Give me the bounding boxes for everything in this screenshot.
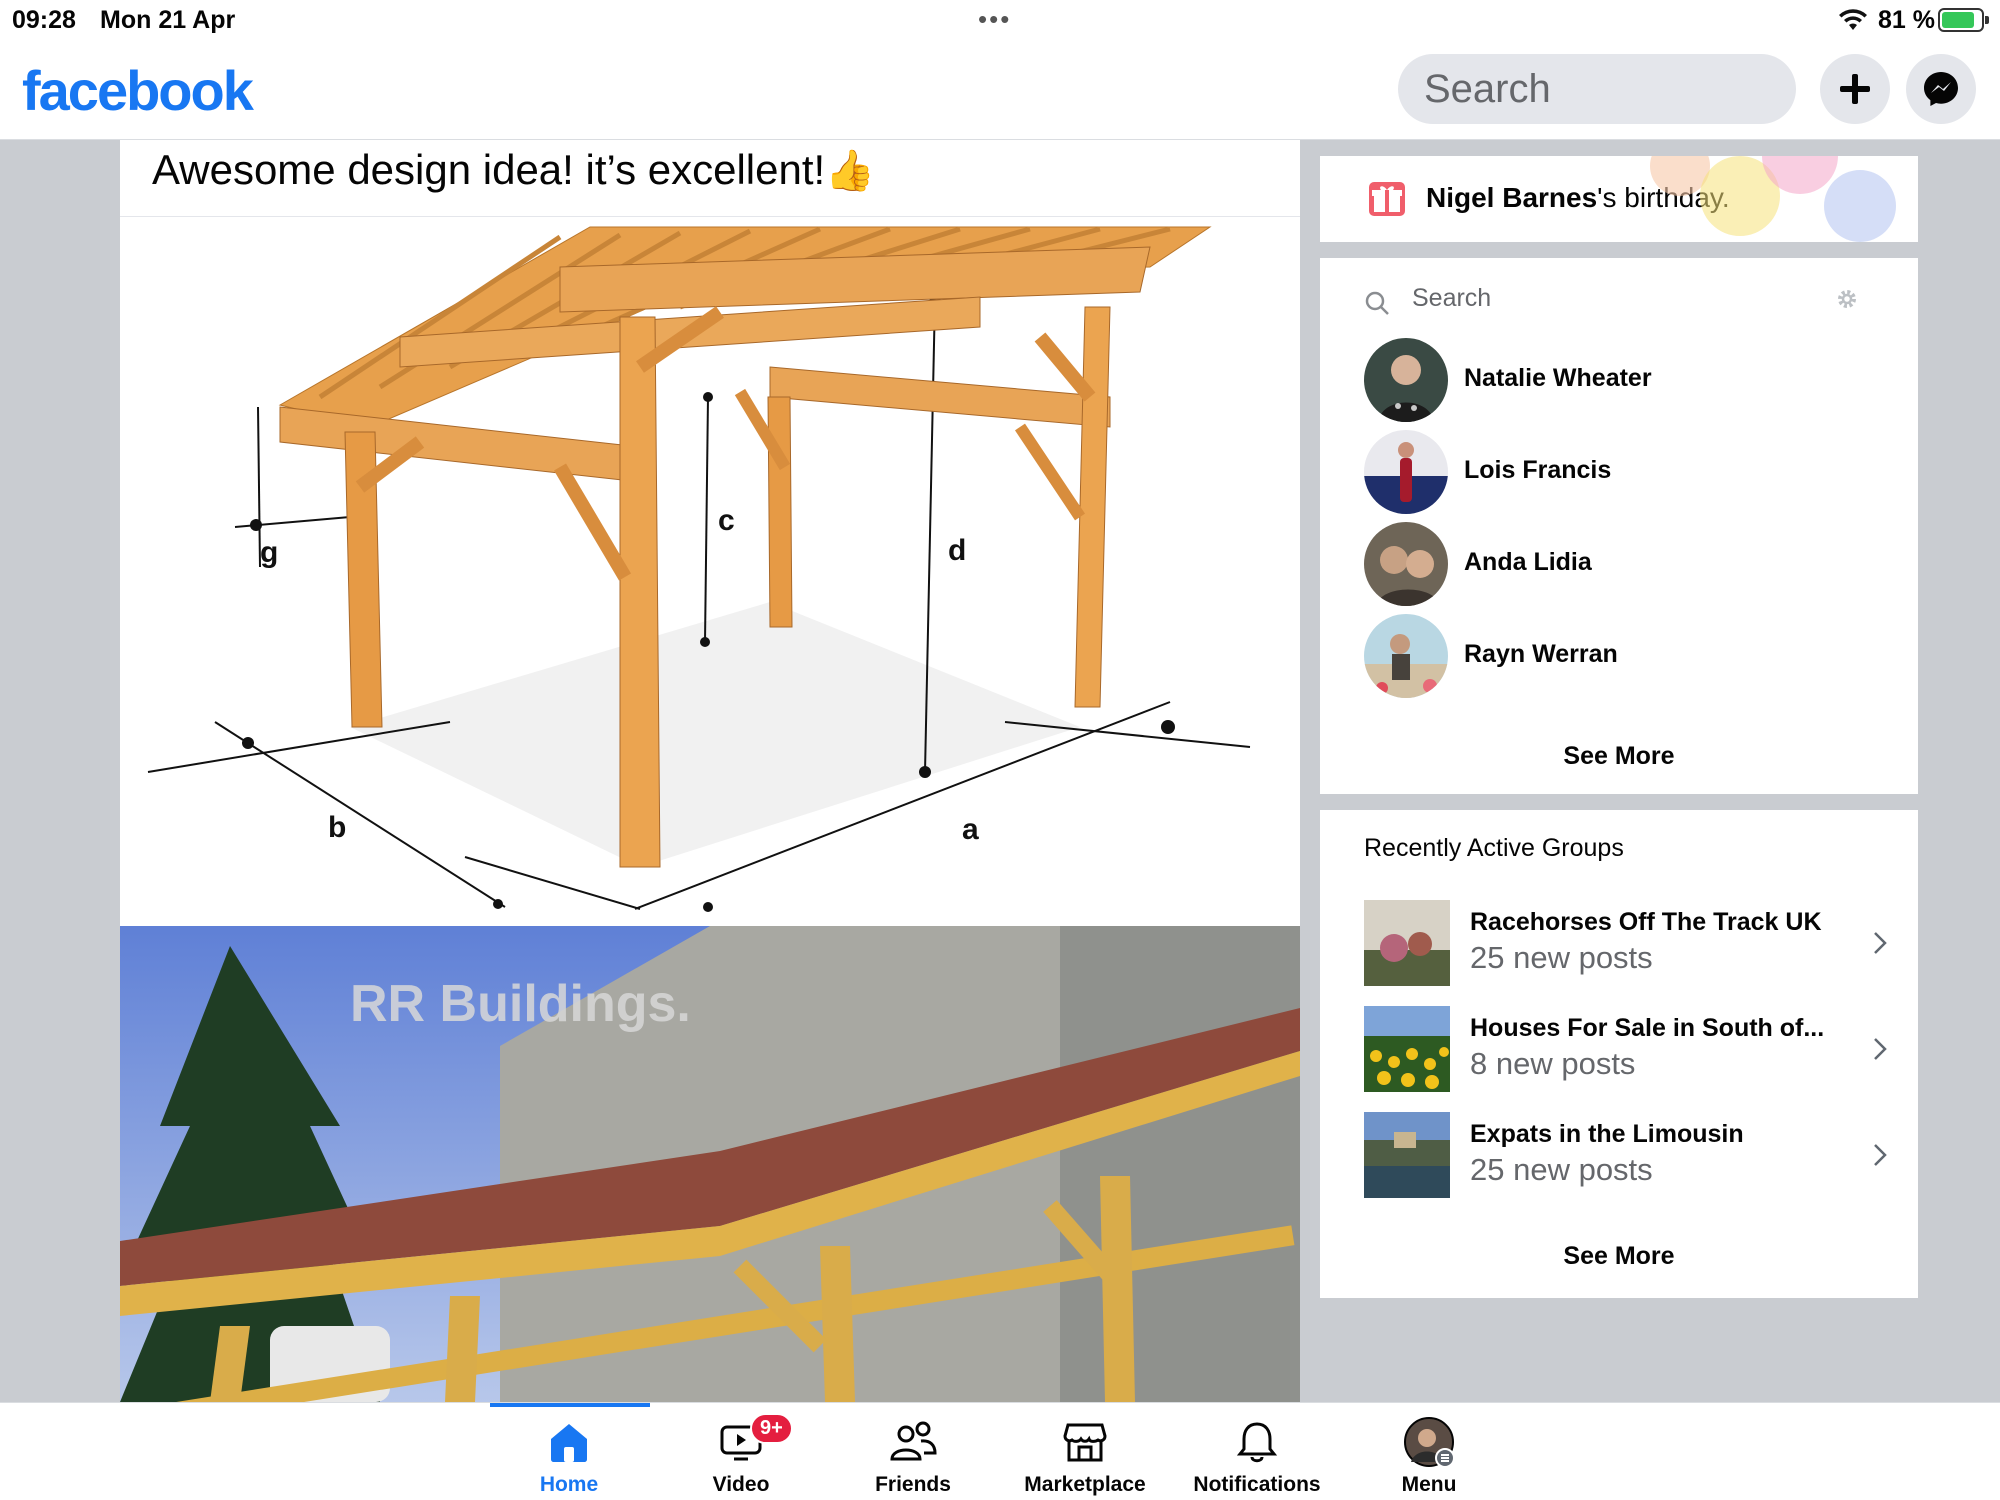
post-image-photo[interactable]: RR Buildings. bbox=[120, 926, 1300, 1402]
search-bar[interactable] bbox=[1398, 54, 1796, 124]
contact-name: Natalie Wheater bbox=[1464, 364, 1652, 392]
friends-icon bbox=[890, 1421, 937, 1461]
gear-icon[interactable] bbox=[1834, 286, 1860, 312]
status-time: 09:28 bbox=[12, 6, 76, 34]
battery-icon bbox=[1938, 8, 1989, 32]
contact-item[interactable]: Rayn Werran bbox=[1364, 614, 1874, 698]
facebook-logo[interactable]: facebook bbox=[22, 58, 254, 123]
gift-icon bbox=[1369, 182, 1405, 216]
group-new-posts: 8 new posts bbox=[1470, 1046, 1636, 1081]
contact-item[interactable]: Natalie Wheater bbox=[1364, 338, 1874, 422]
feed-post: Awesome design idea! it’s excellent!👍 g … bbox=[120, 140, 1300, 1402]
post-text: Awesome design idea! it’s excellent!👍 bbox=[152, 146, 875, 194]
tab-home[interactable]: Home bbox=[484, 1417, 654, 1500]
avatar bbox=[1364, 614, 1448, 698]
group-name: Racehorses Off The Track UK bbox=[1470, 908, 1822, 936]
chevron-right-icon bbox=[1874, 932, 1887, 954]
avatar bbox=[1364, 430, 1448, 514]
group-thumbnail bbox=[1364, 1112, 1450, 1198]
group-item[interactable]: Expats in the Limousin 25 new posts bbox=[1364, 1112, 1894, 1198]
tab-label: Friends bbox=[875, 1473, 951, 1496]
messenger-icon bbox=[1924, 72, 1958, 106]
bell-icon bbox=[1236, 1422, 1278, 1463]
search-icon bbox=[1365, 291, 1389, 315]
contacts-search[interactable] bbox=[1364, 278, 1874, 328]
thumbs-up-emoji: 👍 bbox=[825, 149, 875, 193]
chevron-right-icon bbox=[1874, 1144, 1887, 1166]
post-caption: Awesome design idea! it’s excellent! bbox=[152, 146, 826, 193]
tab-label: Notifications bbox=[1193, 1473, 1321, 1496]
contacts-see-more-button[interactable]: See More bbox=[1320, 742, 1918, 771]
diagram-label-b: b bbox=[328, 811, 346, 844]
search-input[interactable] bbox=[1398, 54, 1796, 124]
tab-marketplace[interactable]: Marketplace bbox=[1000, 1417, 1170, 1500]
status-bar: 09:28 Mon 21 Apr ••• 81 % bbox=[0, 0, 2000, 40]
tab-video[interactable]: 9+ Video bbox=[656, 1413, 826, 1500]
group-item[interactable]: Racehorses Off The Track UK 25 new posts bbox=[1364, 900, 1894, 986]
group-item[interactable]: Houses For Sale in South of... 8 new pos… bbox=[1364, 1006, 1894, 1092]
marketplace-icon bbox=[1063, 1423, 1107, 1462]
diagram-label-g: g bbox=[260, 536, 278, 569]
tab-label: Marketplace bbox=[1024, 1473, 1146, 1496]
video-notification-badge: 9+ bbox=[750, 1413, 793, 1444]
top-header: facebook bbox=[0, 40, 2000, 140]
groups-card: Recently Active Groups Racehorses Off Th… bbox=[1320, 810, 1918, 1298]
plus-icon bbox=[1840, 74, 1870, 104]
post-image-diagram[interactable]: g c d b a bbox=[120, 216, 1300, 924]
contact-name: Rayn Werran bbox=[1464, 640, 1618, 668]
groups-see-more-button[interactable]: See More bbox=[1320, 1242, 1918, 1271]
chevron-right-icon bbox=[1874, 1038, 1887, 1060]
tab-menu[interactable]: Menu bbox=[1344, 1417, 1514, 1500]
contact-item[interactable]: Lois Francis bbox=[1364, 430, 1874, 514]
status-date: Mon 21 Apr bbox=[100, 6, 236, 34]
group-name: Expats in the Limousin bbox=[1470, 1120, 1744, 1148]
birthday-card[interactable]: Nigel Barnes's birthday. bbox=[1320, 156, 1918, 242]
avatar bbox=[1364, 338, 1448, 422]
group-new-posts: 25 new posts bbox=[1470, 1152, 1653, 1187]
diagram-label-d: d bbox=[948, 534, 966, 567]
messenger-button[interactable] bbox=[1906, 54, 1976, 124]
tab-friends[interactable]: Friends bbox=[828, 1417, 998, 1500]
groups-title: Recently Active Groups bbox=[1364, 834, 1624, 862]
home-icon bbox=[551, 1424, 587, 1462]
diagram-label-c: c bbox=[718, 504, 735, 537]
create-button[interactable] bbox=[1820, 54, 1890, 124]
tab-label: Home bbox=[539, 1473, 599, 1496]
group-thumbnail bbox=[1364, 900, 1450, 986]
tab-label: Menu bbox=[1401, 1473, 1457, 1496]
contact-name: Lois Francis bbox=[1464, 456, 1612, 484]
diagram-label-a: a bbox=[962, 813, 979, 846]
group-new-posts: 25 new posts bbox=[1470, 940, 1653, 975]
active-tab-indicator bbox=[490, 1403, 650, 1407]
menu-avatar-icon bbox=[1404, 1417, 1455, 1468]
contacts-card: Natalie Wheater Lois Francis Anda Lidia … bbox=[1320, 258, 1918, 794]
contact-name: Anda Lidia bbox=[1464, 548, 1592, 576]
tab-notifications[interactable]: Notifications bbox=[1172, 1417, 1342, 1500]
carport-photo: RR Buildings. bbox=[120, 926, 1300, 1402]
photo-watermark: RR Buildings. bbox=[350, 975, 691, 1033]
carport-diagram: g c d b a bbox=[147, 226, 1251, 912]
contacts-search-input[interactable] bbox=[1412, 284, 1792, 313]
multitasking-dots-icon[interactable]: ••• bbox=[978, 4, 1011, 35]
wifi-icon bbox=[1839, 9, 1867, 30]
group-name: Houses For Sale in South of... bbox=[1470, 1014, 1825, 1042]
battery-percent: 81 % bbox=[1878, 6, 1935, 34]
balloons-decoration bbox=[1650, 156, 1896, 242]
contact-item[interactable]: Anda Lidia bbox=[1364, 522, 1874, 606]
bottom-tab-bar: Home 9+ Video Friends Marketplace Notifi… bbox=[0, 1402, 2000, 1500]
group-thumbnail bbox=[1364, 1006, 1450, 1092]
avatar bbox=[1364, 522, 1448, 606]
tab-label: Video bbox=[712, 1473, 770, 1496]
birthday-name: Nigel Barnes bbox=[1426, 182, 1598, 213]
